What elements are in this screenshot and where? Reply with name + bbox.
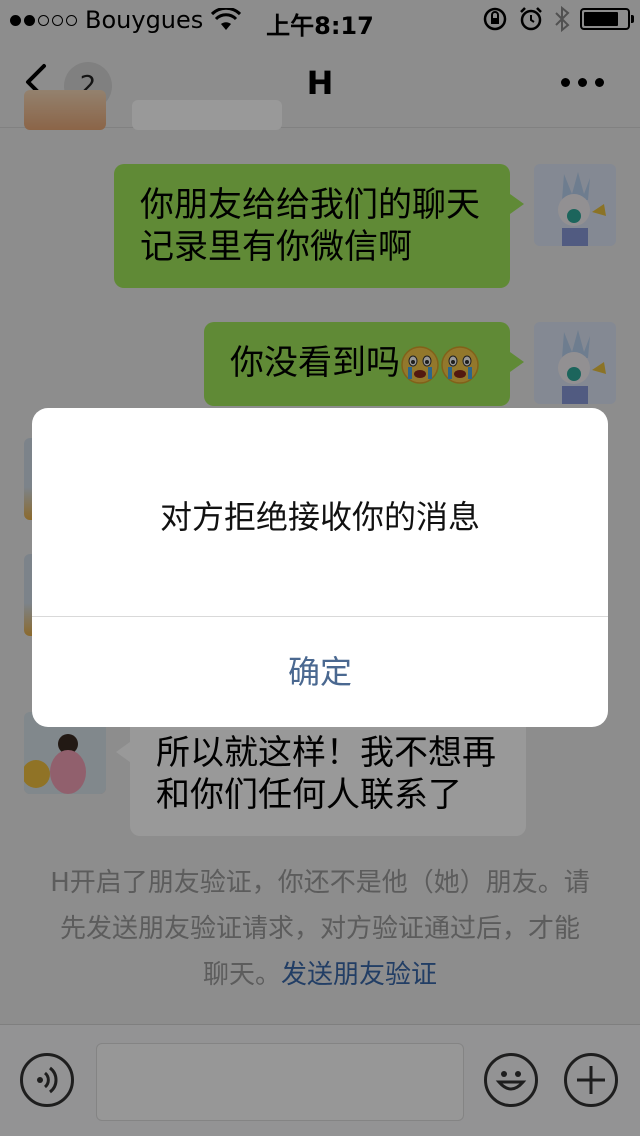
- alert-dialog: 对方拒绝接收你的消息 确定: [32, 408, 608, 727]
- dialog-message: 对方拒绝接收你的消息: [159, 498, 480, 536]
- confirm-button[interactable]: 确定: [32, 617, 608, 727]
